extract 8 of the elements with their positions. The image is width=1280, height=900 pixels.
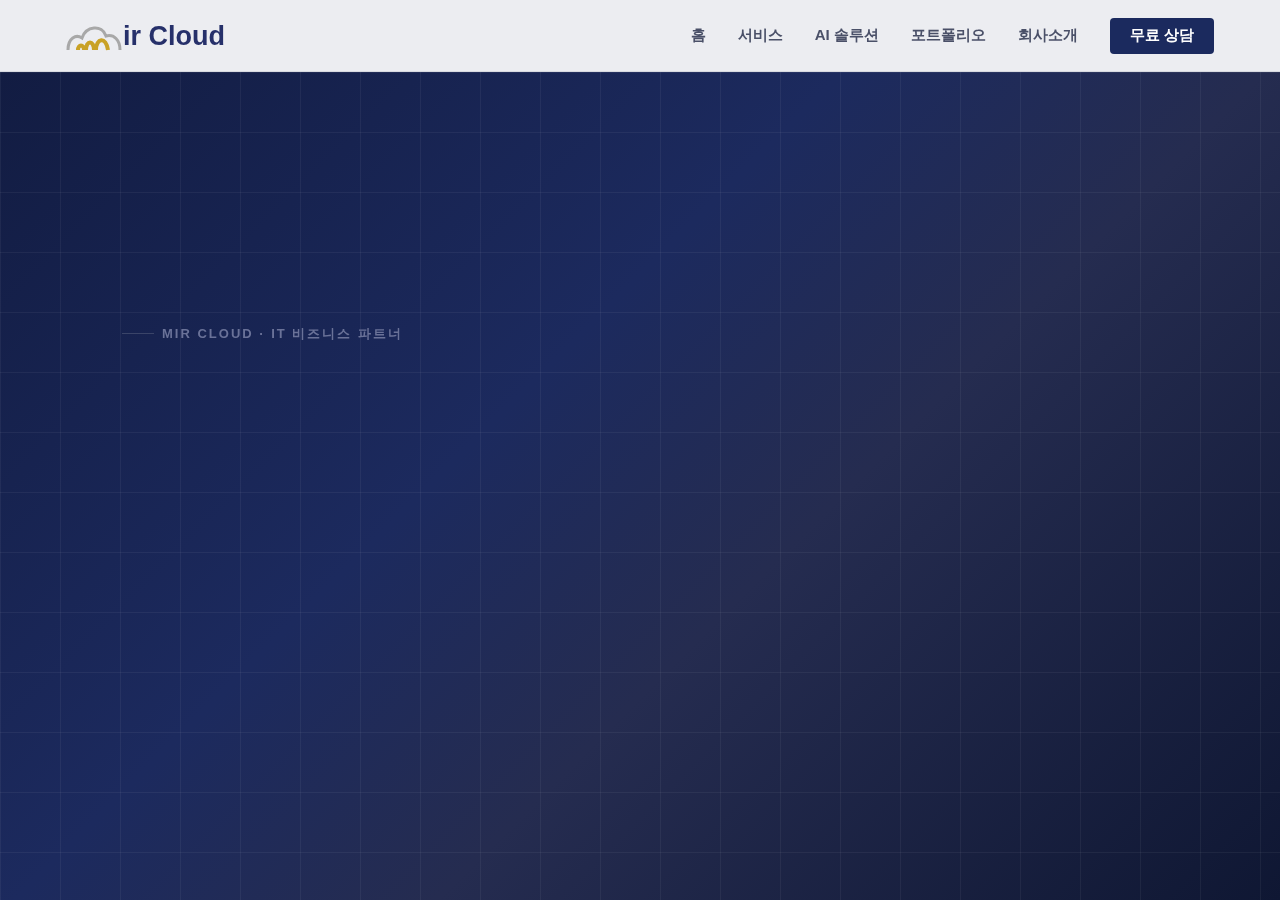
nav-link[interactable]: 회사소개 (1017, 24, 1078, 47)
nav-link[interactable]: AI 솔루션 (814, 24, 879, 47)
consult-button[interactable]: 무료 상담 (1109, 17, 1214, 54)
nav-link[interactable]: 서비스 (737, 24, 783, 47)
nav-link[interactable]: 포트폴리오 (910, 24, 986, 47)
hero-eyebrow: MIR CLOUD · IT 비즈니스 파트너 (162, 325, 403, 343)
logo-text: ir Cloud (123, 22, 225, 50)
nav-link[interactable]: 홈 (690, 24, 706, 47)
